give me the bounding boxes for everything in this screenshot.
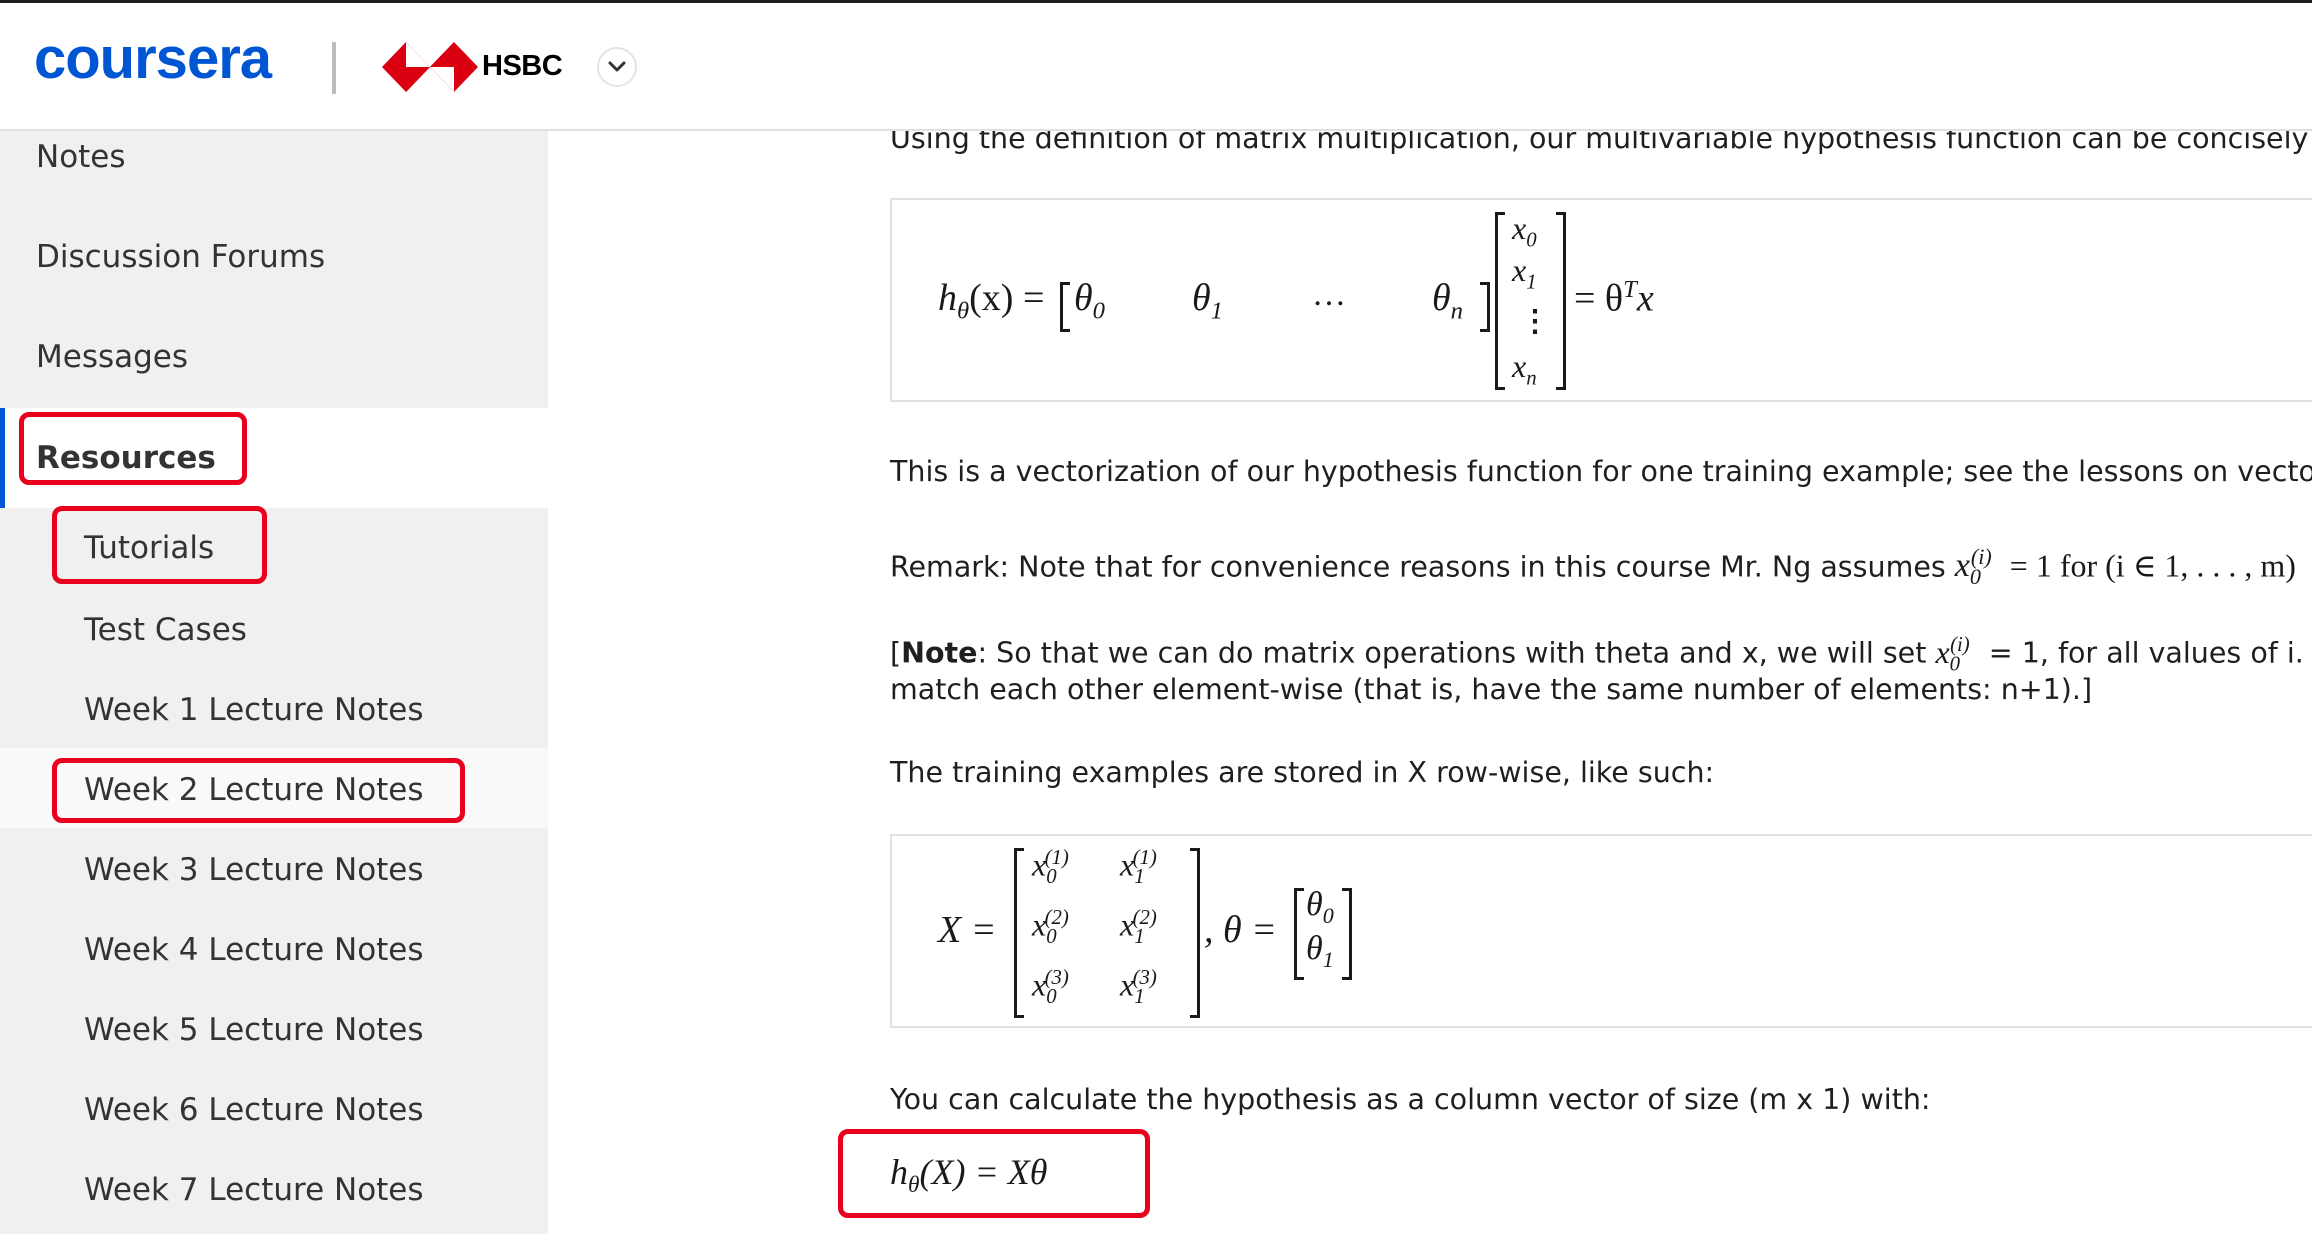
chevron-down-icon: [608, 61, 626, 72]
sidebar-item-week-6[interactable]: Week 6 Lecture Notes: [0, 1068, 548, 1148]
lecture-notes-content: Using the definition of matrix multiplic…: [548, 131, 2312, 1234]
sidebar-item-week-7[interactable]: Week 7 Lecture Notes: [0, 1148, 548, 1234]
partner-name: HSBC: [482, 50, 563, 82]
sidebar-item-label: Test Cases: [84, 612, 247, 648]
sidebar-item-resources[interactable]: Resources: [0, 408, 548, 508]
equation-design-matrix: X = x0(1) x1(1) x0(2) x1(2) x0(3) x1(3) …: [890, 834, 2312, 1028]
sidebar-item-week-5[interactable]: Week 5 Lecture Notes: [0, 988, 548, 1068]
equation-hypothesis-vector: hθ(x) = θ0 θ1 … θn x0 x1 ⋮ xn = θTx: [890, 198, 2312, 402]
matrix-bracket-left: [1014, 848, 1024, 1018]
training-paragraph: The training examples are stored in X ro…: [890, 756, 1715, 789]
col-bracket-left: [1495, 212, 1505, 390]
active-indicator: [0, 408, 5, 508]
theta-bracket-right: [1342, 888, 1352, 980]
note-paragraph-line-2: match each other element-wise (that is, …: [890, 673, 2093, 706]
eq2-cell: x1(1): [1120, 846, 1157, 889]
eq2-theta-label: , θ =: [1204, 909, 1277, 951]
sidebar-item-label: Resources: [36, 440, 216, 476]
sidebar-item-week-2[interactable]: Week 2 Lecture Notes: [0, 748, 548, 828]
row-bracket-left: [1060, 282, 1070, 332]
eq1-vdots: ⋮: [1520, 305, 1550, 338]
remark-paragraph: Remark: Note that for convenience reason…: [890, 544, 2296, 590]
sidebar-item-label: Notes: [36, 139, 126, 175]
sidebar-item-label: Week 2 Lecture Notes: [84, 772, 424, 808]
eq1-x0: x0: [1512, 210, 1537, 252]
sidebar-item-messages[interactable]: Messages: [0, 321, 548, 408]
sidebar-item-label: Messages: [36, 339, 189, 375]
calculate-paragraph: You can calculate the hypothesis as a co…: [890, 1083, 1931, 1116]
eq1-x1: x1: [1512, 252, 1537, 294]
eq2-lhs: X =: [938, 909, 997, 951]
sidebar-item-test-cases[interactable]: Test Cases: [0, 588, 548, 668]
top-header: coursera HSBC: [0, 3, 2312, 131]
row-bracket-right: [1480, 282, 1490, 332]
sidebar-item-label: Week 7 Lecture Notes: [84, 1172, 424, 1208]
eq1-theta-0: θ0: [1074, 277, 1106, 325]
partner-menu-button[interactable]: [597, 47, 637, 87]
hsbc-logo-icon[interactable]: [382, 42, 478, 92]
eq1-lhs: hθ(x) =: [938, 277, 1045, 325]
eq2-theta-0: θ0: [1306, 886, 1334, 928]
sidebar-item-label: Week 1 Lecture Notes: [84, 692, 424, 728]
col-bracket-right: [1556, 212, 1566, 390]
sidebar-item-label: Week 3 Lecture Notes: [84, 852, 424, 888]
sidebar-item-label: Tutorials: [84, 530, 215, 566]
sidebar-item-week-1[interactable]: Week 1 Lecture Notes: [0, 668, 548, 748]
matrix-bracket-right: [1190, 848, 1200, 1018]
logo-divider: [332, 42, 336, 94]
theta-bracket-left: [1294, 888, 1304, 980]
eq1-xn: xn: [1512, 348, 1537, 390]
coursera-logo[interactable]: coursera: [34, 29, 272, 89]
course-sidebar: Notes Discussion Forums Messages Resourc…: [0, 131, 548, 1234]
eq1-ellipsis: …: [1312, 276, 1346, 313]
sidebar-item-notes[interactable]: Notes: [0, 131, 548, 221]
eq2-cell: x0(3): [1032, 966, 1069, 1009]
sidebar-item-discussion-forums[interactable]: Discussion Forums: [0, 221, 548, 321]
eq1-theta-n: θn: [1432, 277, 1464, 325]
sidebar-item-label: Week 6 Lecture Notes: [84, 1092, 424, 1128]
sidebar-item-label: Discussion Forums: [36, 239, 326, 275]
eq1-rhs: = θTx: [1574, 276, 1654, 320]
sidebar-item-label: Week 5 Lecture Notes: [84, 1012, 424, 1048]
eq2-cell: x0(2): [1032, 906, 1069, 949]
eq2-cell: x0(1): [1032, 846, 1069, 889]
eq2-cell: x1(3): [1120, 966, 1157, 1009]
sidebar-item-label: Week 4 Lecture Notes: [84, 932, 424, 968]
eq2-theta-1: θ1: [1306, 930, 1334, 972]
equation-hypothesis-matrix: hθ(X) = Xθ: [890, 1152, 1048, 1199]
sidebar-item-week-3[interactable]: Week 3 Lecture Notes: [0, 828, 548, 908]
sidebar-item-tutorials[interactable]: Tutorials: [0, 508, 548, 588]
sidebar-item-week-4[interactable]: Week 4 Lecture Notes: [0, 908, 548, 988]
eq1-theta-1: θ1: [1192, 277, 1224, 325]
intro-paragraph: Using the definition of matrix multiplic…: [890, 131, 2312, 155]
eq2-cell: x1(2): [1120, 906, 1157, 949]
vectorization-paragraph: This is a vectorization of our hypothesi…: [890, 455, 2312, 488]
